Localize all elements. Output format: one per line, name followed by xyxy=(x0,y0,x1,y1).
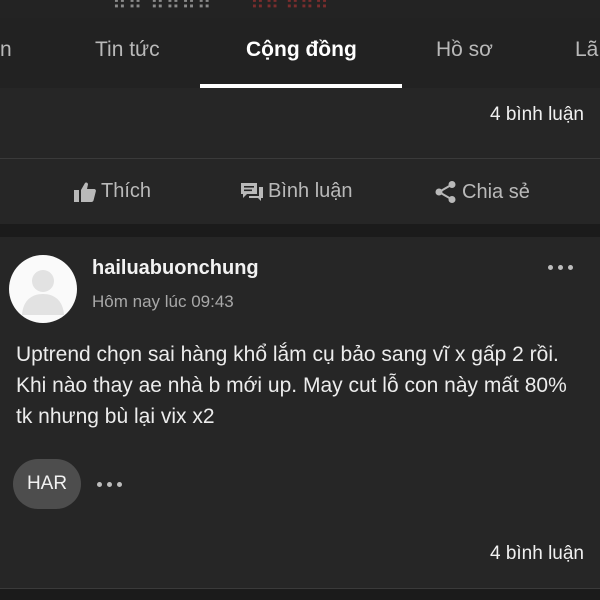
share-button[interactable]: Chia sẻ xyxy=(434,180,530,204)
comment-button[interactable]: Bình luận xyxy=(240,180,353,203)
post-author[interactable]: hailuabuonchung xyxy=(92,257,259,280)
post-timestamp: Hôm nay lúc 09:43 xyxy=(92,292,234,311)
more-dot xyxy=(558,264,563,270)
post-card-previous: 4 bình luận Thích Bình luận Chia sẻ xyxy=(0,88,600,224)
divider xyxy=(0,588,600,589)
tab-news[interactable]: Tin tức xyxy=(95,38,160,62)
like-label: Thích xyxy=(101,180,152,202)
tab-community[interactable]: Cộng đồng xyxy=(246,38,357,62)
tab-partial-left[interactable]: n xyxy=(0,38,12,62)
top-tab-bar: n Tin tức Cộng đồng Hồ sơ Lã xyxy=(0,18,600,88)
comment-label: Bình luận xyxy=(268,180,353,202)
comment-count[interactable]: 4 bình luận xyxy=(490,104,584,126)
tab-partial-right[interactable]: Lã xyxy=(575,38,598,62)
ellipsis-icon xyxy=(97,481,102,487)
ellipsis-dot xyxy=(107,481,112,487)
cut-off-header-text: ⠿⠿ ⠿⠿⠿⠿ xyxy=(112,0,213,14)
more-tags-button[interactable] xyxy=(97,477,125,491)
more-dot xyxy=(568,264,573,270)
tab-profile[interactable]: Hồ sơ xyxy=(436,38,493,62)
thumbs-up-icon xyxy=(73,181,97,203)
more-dots-icon xyxy=(548,264,553,270)
comment-count[interactable]: 4 bình luận xyxy=(490,543,584,565)
default-avatar-icon xyxy=(22,270,64,315)
like-button[interactable]: Thích xyxy=(73,180,151,203)
status-strip: ⠿⠿ ⠿⠿⠿⠿ ⠿⠿ ⠿⠿⠿ xyxy=(0,0,600,18)
post-card: hailuabuonchung Hôm nay lúc 09:43 Uptren… xyxy=(0,237,600,589)
cut-off-header-price: ⠿⠿ ⠿⠿⠿ xyxy=(250,0,329,14)
ticker-tag[interactable]: HAR xyxy=(13,459,81,509)
avatar[interactable] xyxy=(9,255,77,323)
comment-icon xyxy=(240,181,264,203)
post-action-bar: Thích Bình luận Chia sẻ xyxy=(0,158,600,224)
post-body-text: Uptrend chọn sai hàng khổ lắm cụ bảo san… xyxy=(16,343,567,428)
ellipsis-dot xyxy=(117,481,122,487)
more-options-button[interactable] xyxy=(548,259,578,275)
share-icon xyxy=(434,180,458,204)
share-label: Chia sẻ xyxy=(462,180,530,203)
